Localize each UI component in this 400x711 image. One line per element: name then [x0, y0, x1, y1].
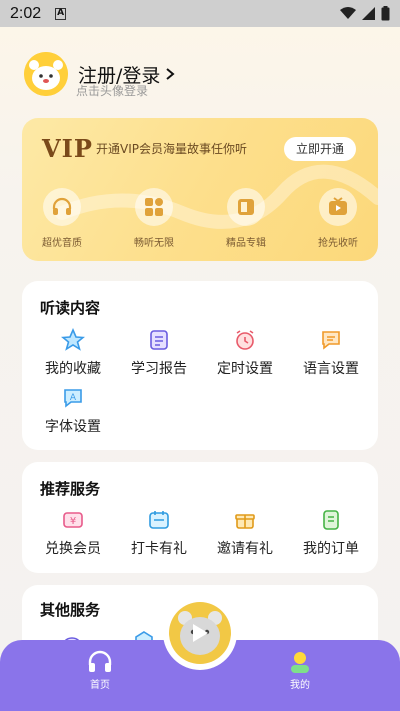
report-icon: [146, 327, 172, 353]
redeem-vip-item[interactable]: ¥ 兑换会员: [33, 507, 113, 558]
vip-feature-label: 畅听无限: [134, 238, 174, 249]
checkin-label[interactable]: 打卡有礼: [119, 538, 199, 558]
tab-mine[interactable]: 我的: [270, 648, 330, 691]
gift-icon: [232, 507, 258, 533]
bear-player-icon: [169, 602, 231, 664]
tab-mine-label[interactable]: 我的: [270, 676, 330, 691]
vip-feature-unlimited: 畅听无限: [124, 188, 184, 249]
favorites-item[interactable]: 我的收藏: [33, 327, 113, 378]
signal-icon: [362, 7, 375, 20]
play-icon: [193, 624, 208, 642]
status-icons: [340, 6, 390, 21]
album-icon: [227, 188, 265, 226]
orders-item[interactable]: 我的订单: [291, 507, 371, 558]
status-bar: 2:02 A: [0, 0, 400, 27]
services-card: 推荐服务 ¥ 兑换会员 打卡有礼 邀请有礼 我的订单: [22, 462, 378, 573]
avatar[interactable]: [24, 52, 68, 96]
font-item[interactable]: A 字体设置: [33, 385, 113, 436]
vip-feature-label: 精品专辑: [226, 238, 266, 249]
calendar-icon: [146, 507, 172, 533]
vip-feature-early: 抢先收听: [308, 188, 368, 249]
svg-text:¥: ¥: [70, 516, 76, 527]
timer-item[interactable]: 定时设置: [205, 327, 285, 378]
checkin-item[interactable]: 打卡有礼: [119, 507, 199, 558]
headphones-icon: [43, 188, 81, 226]
login-subtitle: 点击头像登录: [76, 84, 149, 98]
star-icon: [60, 327, 86, 353]
status-time: 2:02: [10, 4, 42, 22]
tv-play-icon: [319, 188, 357, 226]
language-item[interactable]: 语言设置: [291, 327, 371, 378]
svg-text:A: A: [70, 393, 77, 403]
yen-icon: ¥: [60, 507, 86, 533]
other-services-title: 其他服务: [40, 601, 101, 619]
font-icon: A: [60, 385, 86, 411]
alarm-icon: [232, 327, 258, 353]
study-report-item[interactable]: 学习报告: [119, 327, 199, 378]
services-title: 推荐服务: [40, 480, 101, 498]
order-icon: [318, 507, 344, 533]
center-play-button[interactable]: [163, 596, 237, 670]
listen-title: 听读内容: [40, 299, 101, 317]
wifi-icon: [340, 7, 356, 19]
headphones-icon: [70, 648, 130, 676]
study-report-label[interactable]: 学习报告: [119, 358, 199, 378]
vip-feature-albums: 精品专辑: [216, 188, 276, 249]
tab-home[interactable]: 首页: [70, 648, 130, 691]
listen-card: 听读内容 我的收藏 学习报告 定时设置 语言设置 A 字体设置: [22, 281, 378, 450]
vip-feature-quality: 超优音质: [32, 188, 92, 249]
font-label[interactable]: 字体设置: [33, 416, 113, 436]
bear-avatar-icon: [24, 52, 68, 96]
orders-label[interactable]: 我的订单: [291, 538, 371, 558]
tab-home-label[interactable]: 首页: [70, 676, 130, 691]
language-label[interactable]: 语言设置: [291, 358, 371, 378]
invite-label[interactable]: 邀请有礼: [205, 538, 285, 558]
vip-feature-label: 超优音质: [42, 238, 82, 249]
timer-label[interactable]: 定时设置: [205, 358, 285, 378]
vip-open-button[interactable]: 立即开通: [284, 137, 356, 161]
apps-icon: [135, 188, 173, 226]
user-icon: [270, 648, 330, 676]
vip-card[interactable]: VIP 开通VIP会员海量故事任你听 立即开通 超优音质 畅听无限 精品专辑 抢…: [22, 118, 378, 261]
vip-feature-label: 抢先收听: [318, 238, 358, 249]
vip-description: 开通VIP会员海量故事任你听: [96, 142, 247, 156]
battery-icon: [381, 6, 390, 21]
a-box-icon: A: [55, 7, 67, 20]
redeem-vip-label[interactable]: 兑换会员: [33, 538, 113, 558]
chevron-right-icon: [166, 68, 175, 80]
vip-logo: VIP: [42, 134, 93, 163]
favorites-label[interactable]: 我的收藏: [33, 358, 113, 378]
chat-icon: [318, 327, 344, 353]
invite-item[interactable]: 邀请有礼: [205, 507, 285, 558]
